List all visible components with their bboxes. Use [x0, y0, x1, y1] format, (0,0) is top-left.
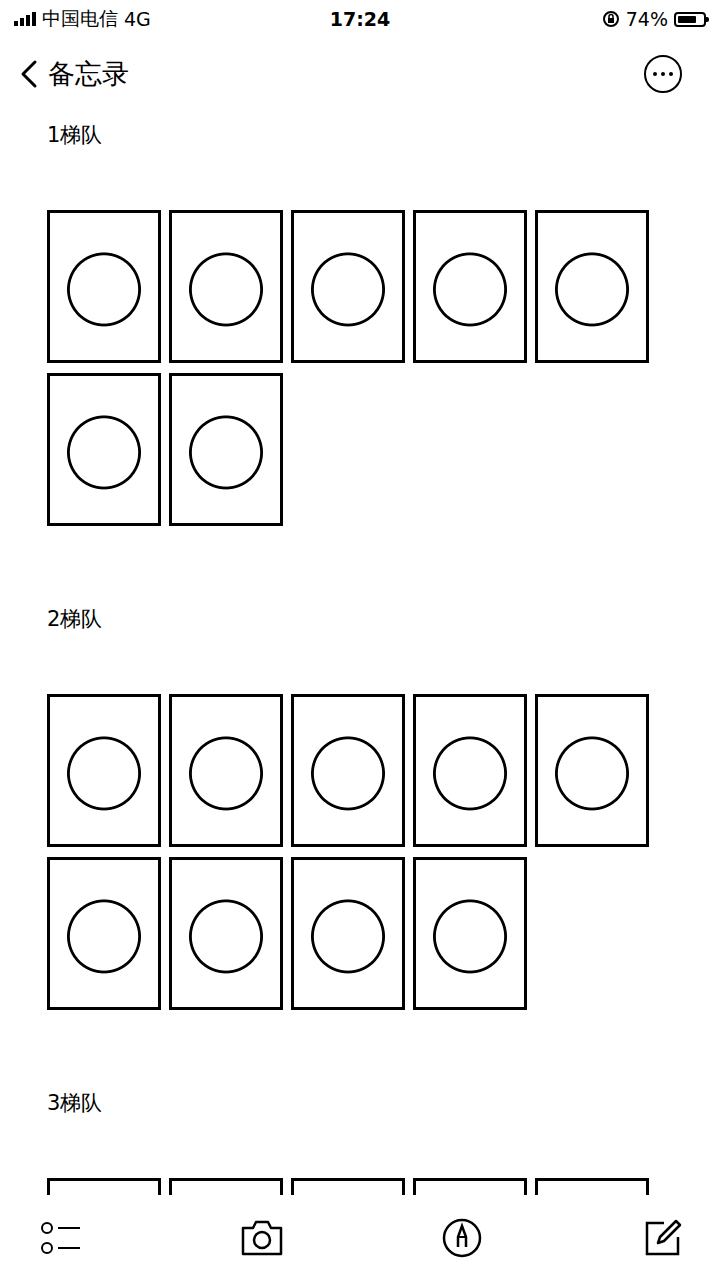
network: 4G [124, 8, 151, 30]
notes-screen: 中国电信 4G 17:24 74% 备忘录 1梯队 2梯队 3梯队 [0, 0, 720, 1280]
photo-thumbnail[interactable] [47, 1178, 161, 1195]
carrier: 中国电信 [42, 6, 118, 32]
photo-thumbnail[interactable] [169, 210, 283, 363]
section-title: 2梯队 [47, 604, 720, 634]
photo-thumbnail[interactable] [291, 1178, 405, 1195]
photo-thumbnail[interactable] [47, 694, 161, 847]
photo-thumbnail[interactable] [413, 210, 527, 363]
photo-thumbnail[interactable] [169, 373, 283, 526]
compose-icon [642, 1217, 684, 1259]
photo-thumbnail[interactable] [47, 857, 161, 1010]
battery-fill [678, 16, 696, 23]
back-chevron-icon [20, 59, 38, 89]
more-button[interactable] [644, 55, 682, 93]
photo-thumbnail[interactable] [535, 1178, 649, 1195]
photo-thumbnail[interactable] [535, 694, 649, 847]
markup-button[interactable] [439, 1215, 485, 1261]
bottom-toolbar [0, 1195, 720, 1280]
note-content[interactable]: 1梯队 2梯队 3梯队 [0, 110, 720, 1195]
section-title: 1梯队 [47, 120, 720, 150]
compose-button[interactable] [640, 1215, 686, 1261]
status-left: 中国电信 4G [14, 6, 330, 32]
note-section: 3梯队 [47, 1088, 720, 1195]
more-dot [661, 72, 665, 76]
photo-thumbnail[interactable] [413, 694, 527, 847]
signal-icon [14, 12, 36, 26]
status-bar: 中国电信 4G 17:24 74% [0, 0, 720, 38]
photo-thumbnail[interactable] [291, 210, 405, 363]
camera-icon [239, 1219, 285, 1257]
camera-button[interactable] [239, 1215, 285, 1261]
note-section: 1梯队 [47, 120, 720, 526]
photo-thumbnail[interactable] [291, 694, 405, 847]
rotation-lock-icon [602, 10, 620, 28]
battery-percent: 74% [626, 8, 668, 30]
checklist-icon [40, 1218, 82, 1258]
checklist-button[interactable] [38, 1215, 84, 1261]
more-dot [669, 72, 673, 76]
photo-grid [47, 210, 720, 526]
photo-thumbnail[interactable] [291, 857, 405, 1010]
photo-thumbnail[interactable] [169, 694, 283, 847]
back-label: 备忘录 [48, 56, 129, 92]
photo-thumbnail[interactable] [413, 1178, 527, 1195]
back-button[interactable]: 备忘录 [20, 56, 129, 92]
nav-bar: 备忘录 [0, 38, 720, 110]
section-title: 3梯队 [47, 1088, 720, 1118]
more-dot [653, 72, 657, 76]
signal-bar [26, 15, 30, 26]
signal-bar [32, 12, 36, 26]
photo-thumbnail[interactable] [169, 1178, 283, 1195]
battery-icon [674, 12, 706, 27]
photo-thumbnail[interactable] [535, 210, 649, 363]
photo-grid [47, 1178, 720, 1195]
signal-bar [14, 21, 18, 26]
photo-thumbnail[interactable] [413, 857, 527, 1010]
markup-pen-icon [441, 1217, 483, 1259]
photo-thumbnail[interactable] [47, 210, 161, 363]
clock: 17:24 [330, 8, 390, 30]
photo-thumbnail[interactable] [47, 373, 161, 526]
signal-bar [20, 18, 24, 26]
status-right: 74% [390, 8, 706, 30]
photo-thumbnail[interactable] [169, 857, 283, 1010]
photo-grid [47, 694, 720, 1010]
note-section: 2梯队 [47, 604, 720, 1010]
